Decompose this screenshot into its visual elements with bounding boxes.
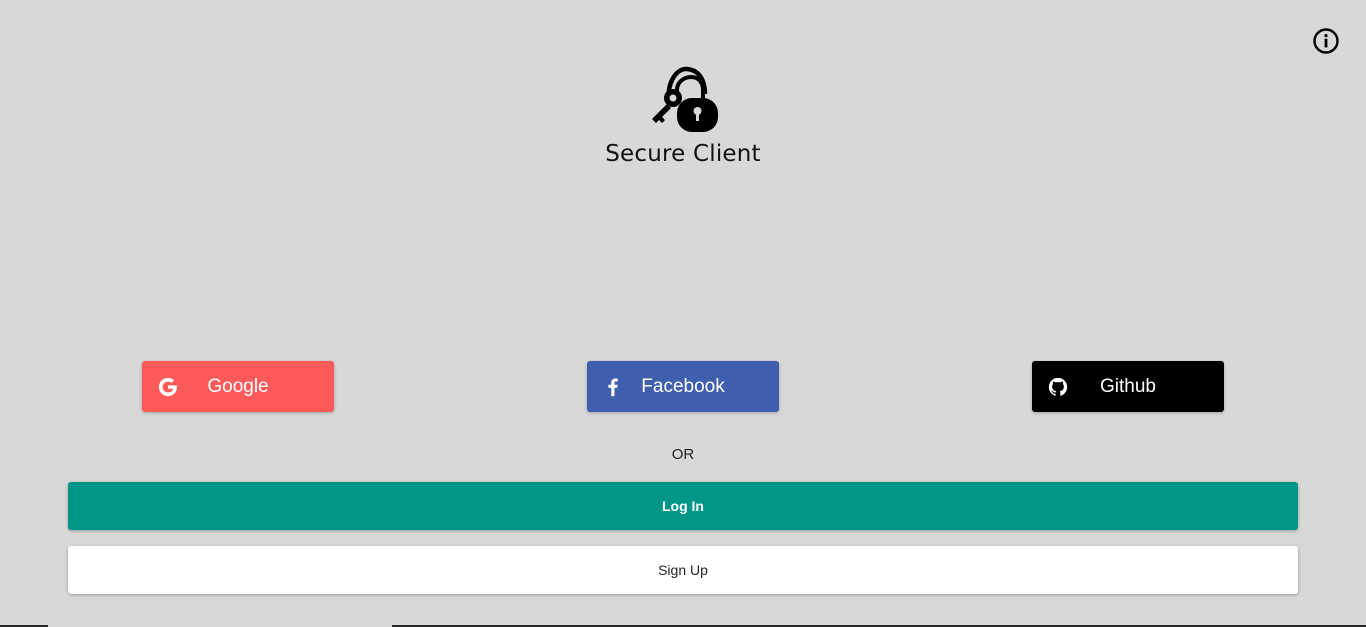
signup-button[interactable]: Sign Up bbox=[68, 546, 1298, 594]
facebook-button-label: Facebook bbox=[641, 376, 725, 397]
github-icon bbox=[1046, 375, 1070, 399]
or-divider: OR bbox=[671, 446, 695, 463]
facebook-icon bbox=[601, 375, 625, 399]
info-button[interactable] bbox=[1312, 27, 1340, 55]
github-login-button[interactable]: Github bbox=[1032, 361, 1224, 412]
app-title: Secure Client bbox=[605, 141, 761, 167]
key-lock-icon bbox=[647, 64, 719, 136]
info-icon bbox=[1312, 27, 1340, 55]
login-page: Secure Client Google Facebook Github OR … bbox=[0, 0, 1366, 627]
google-login-button[interactable]: Google bbox=[142, 361, 334, 412]
facebook-login-button[interactable]: Facebook bbox=[587, 361, 779, 412]
google-button-label: Google bbox=[207, 376, 269, 397]
login-button[interactable]: Log In bbox=[68, 482, 1298, 530]
app-logo bbox=[647, 64, 719, 136]
github-button-label: Github bbox=[1100, 376, 1156, 397]
google-icon bbox=[156, 375, 180, 399]
